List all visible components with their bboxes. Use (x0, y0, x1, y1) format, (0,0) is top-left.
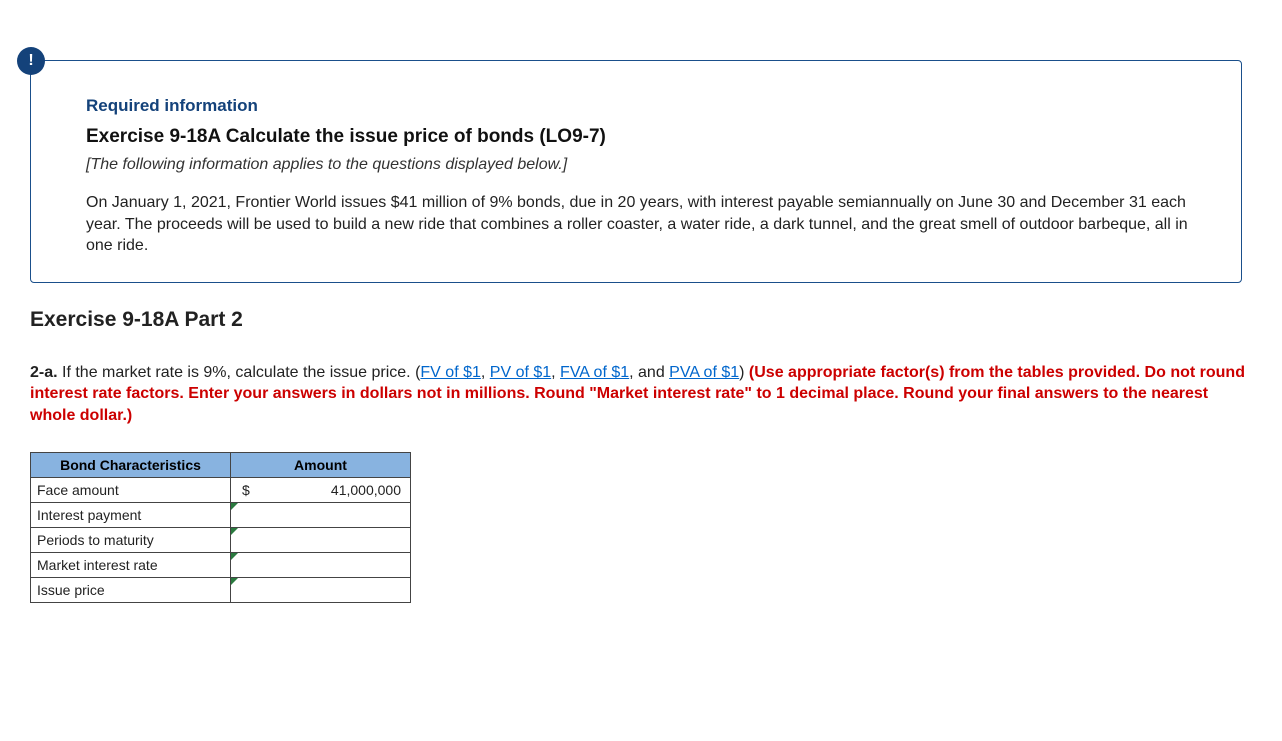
exercise-title: Exercise 9-18A Calculate the issue price… (86, 126, 1196, 148)
link-fv[interactable]: FV of $1 (420, 364, 480, 381)
edit-indicator-icon (231, 578, 238, 585)
required-info-box: ! Required information Exercise 9-18A Ca… (30, 60, 1242, 283)
table-row: Face amount $ 41,000,000 (31, 477, 411, 502)
link-pva[interactable]: PVA of $1 (669, 364, 739, 381)
edit-indicator-icon (231, 528, 238, 535)
row-label-face-amount: Face amount (31, 477, 231, 502)
bond-table: Bond Characteristics Amount Face amount … (30, 452, 411, 603)
exercise-body: On January 1, 2021, Frontier World issue… (86, 192, 1196, 257)
row-label-issue-price: Issue price (31, 577, 231, 602)
row-label-periods: Periods to maturity (31, 527, 231, 552)
table-row: Interest payment (31, 502, 411, 527)
table-row: Periods to maturity (31, 527, 411, 552)
table-header-amount: Amount (231, 452, 411, 477)
edit-indicator-icon (231, 503, 238, 510)
required-info-label: Required information (86, 96, 1196, 116)
question-label: 2-a. (30, 364, 58, 381)
link-fva[interactable]: FVA of $1 (560, 364, 629, 381)
currency-symbol: $ (236, 482, 250, 498)
part-title: Exercise 9-18A Part 2 (30, 308, 1262, 332)
alert-icon: ! (17, 47, 45, 75)
input-periods[interactable] (231, 527, 411, 552)
table-row: Issue price (31, 577, 411, 602)
question-text: 2-a. If the market rate is 9%, calculate… (30, 362, 1252, 427)
row-label-interest-payment: Interest payment (31, 502, 231, 527)
value-face-amount: 41,000,000 (250, 482, 405, 498)
row-label-market-rate: Market interest rate (31, 552, 231, 577)
input-interest-payment[interactable] (231, 502, 411, 527)
link-pv[interactable]: PV of $1 (490, 364, 551, 381)
input-face-amount[interactable]: $ 41,000,000 (231, 477, 411, 502)
exercise-subtitle: [The following information applies to th… (86, 156, 1196, 174)
edit-indicator-icon (231, 553, 238, 560)
input-market-rate[interactable] (231, 552, 411, 577)
table-row: Market interest rate (31, 552, 411, 577)
question-body-prefix: If the market rate is 9%, calculate the … (58, 364, 421, 381)
input-issue-price[interactable] (231, 577, 411, 602)
table-header-characteristics: Bond Characteristics (31, 452, 231, 477)
